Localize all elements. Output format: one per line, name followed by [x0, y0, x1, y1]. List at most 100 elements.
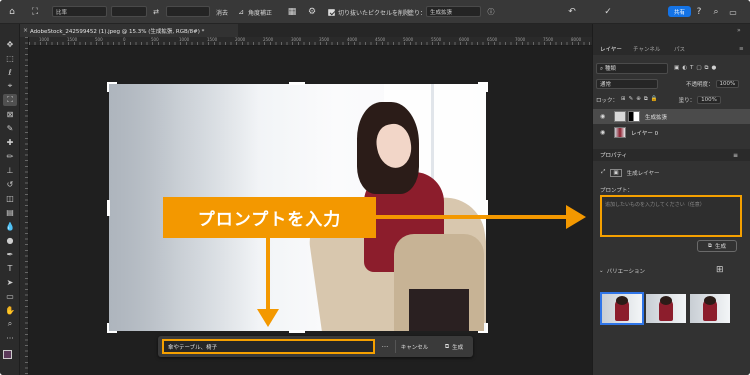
panel-menu-icon[interactable]: ≡ [739, 42, 744, 55]
type-tool-icon[interactable]: T [3, 262, 17, 274]
chevron-down-icon[interactable]: ⌄ [599, 268, 604, 274]
brush-tool-icon[interactable]: ✏ [3, 150, 17, 162]
undo-icon[interactable]: ↶ [566, 0, 578, 24]
home-icon[interactable]: ⌂ [6, 0, 18, 24]
history-brush-icon[interactable]: ↺ [3, 178, 17, 190]
variation-thumbnail-2[interactable] [646, 294, 686, 323]
help-icon[interactable]: ? [693, 0, 705, 24]
commit-check-icon[interactable]: ✓ [602, 0, 614, 24]
ruler-label: 500 [95, 37, 103, 42]
crop-handle-bottom-left[interactable] [107, 323, 117, 333]
height-field[interactable] [166, 6, 210, 17]
variation-hair [616, 296, 628, 305]
layer-row-base[interactable]: ◉ レイヤー 0 [593, 125, 750, 140]
prompt-input[interactable]: 傘やテーブル、椅子 [162, 339, 375, 354]
clear-button[interactable]: 消去 [216, 0, 228, 24]
workspace-icon[interactable]: ▭ [727, 0, 739, 24]
gear-icon[interactable]: ⚙ [306, 0, 318, 24]
lasso-tool-icon[interactable]: ℓ [3, 66, 17, 78]
hand-tool-icon[interactable]: ✋ [3, 304, 17, 316]
clone-stamp-icon[interactable]: ⊥ [3, 164, 17, 176]
variation-hair [660, 296, 672, 305]
blend-mode-select[interactable]: 通常 [596, 78, 658, 89]
gradient-icon[interactable]: ▤ [3, 206, 17, 218]
document-tab[interactable]: × AdobeStock_242599452 (1).jpeg @ 15.3% … [20, 24, 238, 37]
crop-handle-bottom-right[interactable] [478, 323, 488, 333]
generate-button[interactable]: ⧉ 生成 [439, 340, 469, 353]
crop-handle-right[interactable] [485, 200, 488, 216]
dodge-icon[interactable]: ● [3, 234, 17, 246]
variation-thumbnail-3[interactable] [690, 294, 730, 323]
share-button[interactable]: 共有 [668, 6, 692, 17]
document-title: AdobeStock_242599452 (1).jpeg @ 15.3% (生… [30, 28, 205, 35]
straighten-button[interactable]: 角度補正 [248, 0, 272, 24]
layer-row-generative[interactable]: ◉ 生成拡張 [593, 109, 750, 124]
crop-tool-icon[interactable]: ⛶ [3, 94, 17, 106]
tab-channels[interactable]: チャンネル [633, 42, 660, 55]
layer-name: レイヤー 0 [631, 130, 659, 137]
healing-brush-icon[interactable]: ✚ [3, 136, 17, 148]
contextual-task-bar: 傘やテーブル、椅子 ··· キャンセル ⧉ 生成 [158, 336, 473, 357]
document-tabs: × AdobeStock_242599452 (1).jpeg @ 15.3% … [20, 24, 592, 37]
crop-handle-left[interactable] [107, 200, 110, 216]
swap-icon[interactable]: ⇄ [150, 0, 162, 24]
eye-icon[interactable]: ◉ [600, 129, 605, 136]
generative-fill-icon: ⤢ [601, 169, 606, 175]
straighten-icon[interactable]: ⊿ [236, 0, 246, 24]
collapse-icon[interactable]: » [737, 27, 741, 34]
tab-layers[interactable]: レイヤー [600, 42, 622, 55]
crop-handle-top-left[interactable] [107, 82, 117, 92]
info-icon[interactable]: ⓘ [486, 0, 496, 24]
lock-icons[interactable]: ⊞✎⊕⧉🔒 [621, 96, 661, 103]
crop-tool-icon[interactable]: ⛶ [28, 0, 42, 24]
layer-filter-icons[interactable]: ▣◐T▢⧉● [674, 65, 719, 72]
path-selection-icon[interactable]: ➤ [3, 276, 17, 288]
grid-view-icon[interactable]: ⊞ [716, 265, 726, 275]
search-icon[interactable]: ⌕ [710, 0, 722, 24]
ruler-label: 6000 [459, 37, 470, 42]
callout-label: プロンプトを入力 [163, 197, 376, 238]
ruler-label: 4500 [375, 37, 386, 42]
eyedropper-icon[interactable]: ✎ [3, 122, 17, 134]
ratio-select[interactable]: 比率 [52, 6, 107, 17]
pen-tool-icon[interactable]: ✒ [3, 248, 17, 260]
cancel-button[interactable]: キャンセル [395, 340, 433, 353]
panel-generate-button[interactable]: ⧉ 生成 [697, 240, 737, 252]
eye-icon[interactable]: ◉ [600, 113, 605, 120]
generate-icon: ⧉ [444, 342, 450, 350]
prompt-textarea[interactable]: 追加したいものを入力してください（任意） [600, 195, 742, 237]
blend-row: 通常 不透明度： 100% [596, 78, 740, 89]
layer-name: 生成拡張 [645, 114, 668, 121]
zoom-tool-icon[interactable]: ⌕ [3, 318, 17, 330]
crop-handle-top[interactable] [289, 82, 305, 85]
fill-field[interactable]: 100% [697, 95, 721, 104]
more-options-button[interactable]: ··· [379, 339, 391, 354]
rectangle-tool-icon[interactable]: ▭ [3, 290, 17, 302]
ruler-label: 5000 [403, 37, 414, 42]
width-field[interactable] [111, 6, 147, 17]
opacity-field[interactable]: 100% [715, 79, 740, 88]
layer-filter-row: ⌕ 種類 ▣◐T▢⧉● [596, 63, 719, 74]
variation-thumbnail-1[interactable] [600, 292, 644, 325]
crop-handle-top-right[interactable] [478, 82, 488, 92]
frame-tool-icon[interactable]: ⊠ [3, 108, 17, 120]
crop-handle-bottom[interactable] [289, 330, 305, 333]
move-tool-icon[interactable]: ✥ [3, 38, 17, 50]
object-selection-icon[interactable]: ⌖ [3, 80, 17, 92]
delete-cropped-checkbox[interactable]: 切り抜いたピクセルを削除 [328, 0, 410, 24]
ruler-label: 1500 [67, 37, 78, 42]
eraser-icon[interactable]: ◫ [3, 192, 17, 204]
close-icon[interactable]: × [23, 27, 28, 34]
fill-select[interactable]: 生成拡張 [426, 6, 481, 17]
layer-kind-select[interactable]: ⌕ 種類 [596, 63, 668, 74]
properties-title: プロパティ [600, 153, 628, 159]
tab-paths[interactable]: パス [674, 42, 685, 55]
photoshop-window: ⌂ ⛶ 比率 ⇄ 消去 ⊿ 角度補正 ▦ ⚙ 切り抜いたピクセルを削除 塗り： … [0, 0, 750, 375]
more-tools-icon[interactable]: ··· [3, 332, 17, 344]
foreground-color-swatch[interactable] [3, 350, 12, 359]
marquee-tool-icon[interactable]: ⬚ [3, 52, 17, 64]
grid-overlay-icon[interactable]: ▦ [286, 0, 298, 24]
panel-menu-icon[interactable]: ≡ [733, 152, 738, 159]
blur-icon[interactable]: 💧 [3, 220, 17, 232]
layer-kind-label: 種類 [604, 66, 616, 72]
